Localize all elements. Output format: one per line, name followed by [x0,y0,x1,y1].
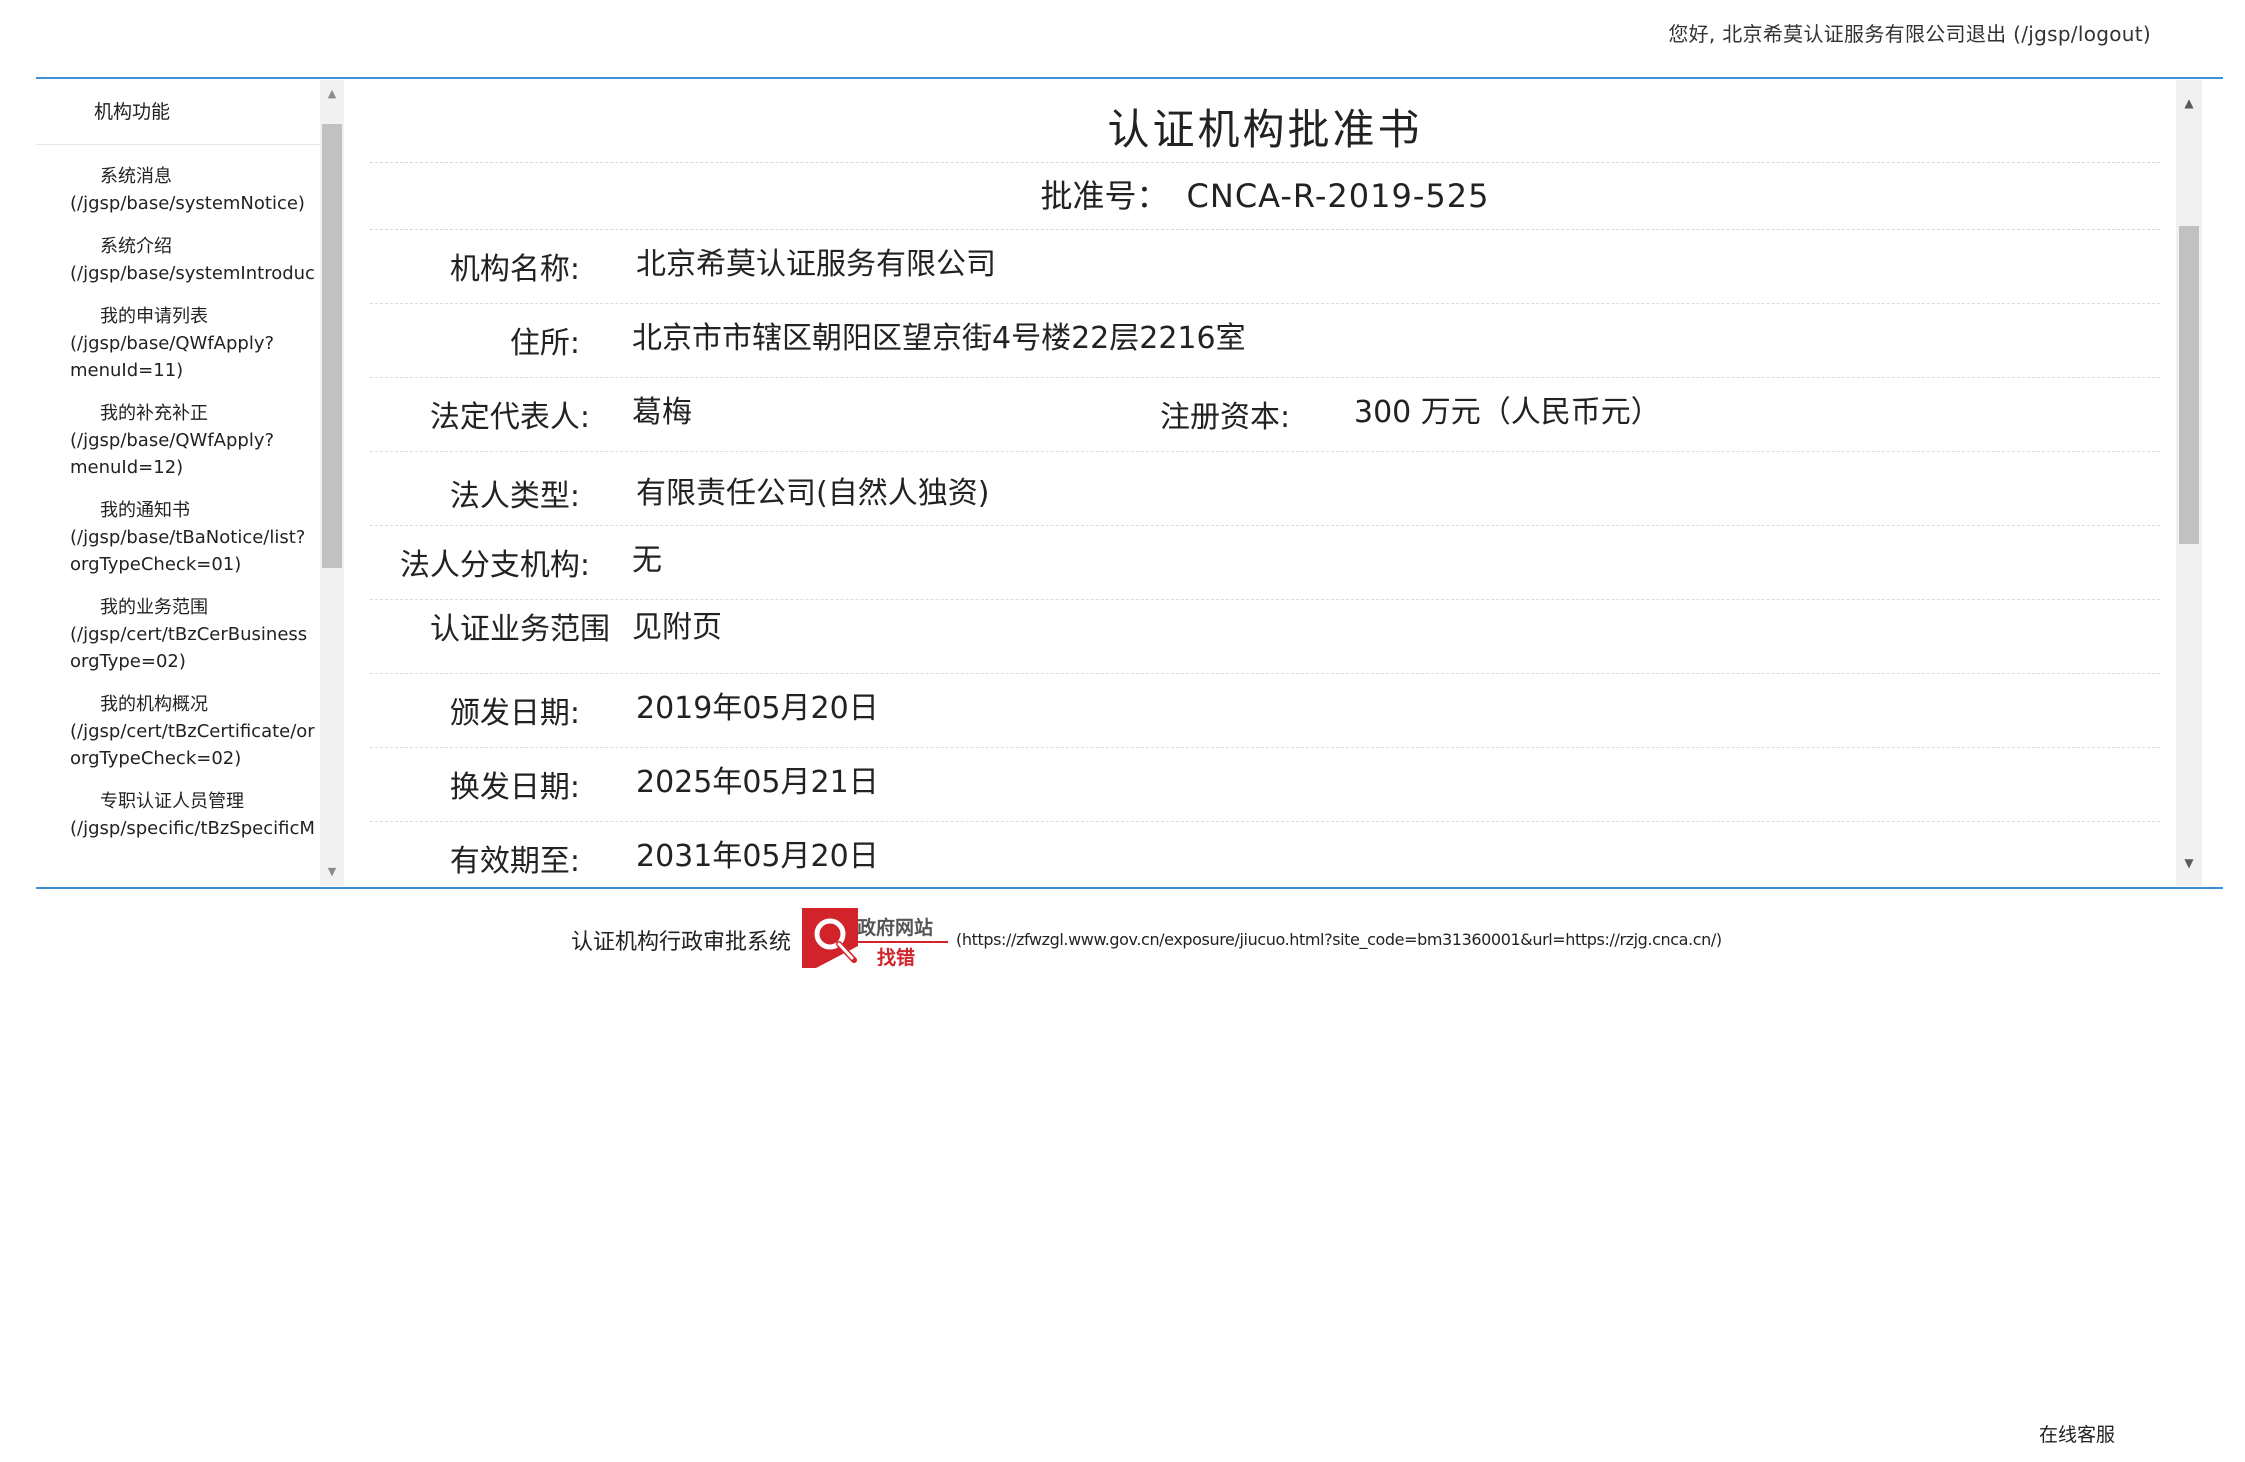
sidebar-item-url: (/jgsp/base/systemNotice) [70,193,305,214]
legal-rep-label: 法定代表人: [429,400,590,435]
org-name-row: 机构名称: 北京希莫认证服务有限公司 [370,230,2160,304]
legal-rep-value: 葛梅 [632,395,692,430]
logo-text-bottom: 找错 [877,946,915,969]
capital-label: 注册资本: [1160,400,1291,435]
address-row: 住所: 北京市市辖区朝阳区望京街4号楼22层2216室 [370,304,2160,378]
valid-until-label: 有效期至: [449,844,580,879]
sidebar-scrollbar[interactable]: ▲ ▼ [320,80,344,886]
logout-greeting-link[interactable]: 您好, 北京希莫认证服务有限公司退出 (/jgsp/logout) [1668,18,2151,47]
sidebar-item-url: (/jgsp/cert/tBzCerBusiness orgType=02) [70,624,308,672]
issue-date-row: 颁发日期: 2019年05月20日 [370,674,2160,748]
reissue-date-value: 2025年05月21日 [636,765,879,800]
sidebar-title: 机构功能 [36,80,320,145]
content-divider [36,887,2223,889]
main-scrollbar[interactable]: ▲ ▼ [2176,80,2202,886]
sidebar-item-label: 我的业务范围 [100,597,208,618]
sidebar-item-label: 我的通知书 [100,500,190,521]
certificate-title: 认证机构批准书 [370,90,2160,163]
org-name-label: 机构名称: [449,252,580,287]
sidebar-menu: 机构功能 系统消息 (/jgsp/base/systemNotice) 系统介绍… [36,80,320,886]
sidebar-item-system-intro[interactable]: 系统介绍 (/jgsp/base/systemIntroduc [36,223,320,293]
legal-type-row: 法人类型: 有限责任公司(自然人独资) [370,452,2160,526]
sidebar-item-my-supplements[interactable]: 我的补充补正 (/jgsp/base/QWfApply? menuId=12) [36,390,320,487]
sidebar-item-url: (/jgsp/base/systemIntroduc [70,263,315,284]
scroll-down-icon[interactable]: ▼ [2176,856,2202,870]
sidebar-item-my-applications[interactable]: 我的申请列表 (/jgsp/base/QWfApply? menuId=11) [36,293,320,390]
reissue-date-label: 换发日期: [449,770,580,805]
header-divider [36,77,2223,79]
issue-date-label: 颁发日期: [449,696,580,731]
sidebar-item-url: (/jgsp/base/tBaNotice/list? orgTypeCheck… [70,527,306,575]
valid-until-value: 2031年05月20日 [636,839,879,874]
sidebar-item-label: 系统介绍 [100,236,172,257]
address-label: 住所: [509,326,580,361]
scroll-down-icon[interactable]: ▼ [320,862,344,882]
sidebar-item-url: (/jgsp/specific/tBzSpecificM [70,818,315,839]
valid-until-row: 有效期至: 2031年05月20日 [370,822,2160,886]
reissue-date-row: 换发日期: 2025年05月21日 [370,748,2160,822]
address-value: 北京市市辖区朝阳区望京街4号楼22层2216室 [632,321,1246,356]
business-scope-row: 认证业务范围 见附页 [370,600,2160,674]
legal-rep-row: 法定代表人: 葛梅 注册资本: 300 万元（人民币元） [370,378,2160,452]
issue-date-value: 2019年05月20日 [636,691,879,726]
sidebar-item-label: 我的申请列表 [100,306,208,327]
sidebar-item-staff-management[interactable]: 专职认证人员管理 (/jgsp/specific/tBzSpecificM [36,778,320,848]
certificate-content: 认证机构批准书 批准号： CNCA-R-2019-525 机构名称: 北京希莫认证… [370,90,2160,886]
scroll-up-icon[interactable]: ▲ [2176,96,2202,110]
gov-website-error-report-logo[interactable]: 政府网站 找错 [802,906,950,970]
business-scope-value: 见附页 [632,610,722,645]
sidebar-item-label: 我的补充补正 [100,403,208,424]
sidebar-item-my-org-overview[interactable]: 我的机构概况 (/jgsp/cert/tBzCertificate/or org… [36,681,320,778]
online-service-button[interactable]: 在线客服 [2039,1420,2115,1447]
sidebar-item-system-notice[interactable]: 系统消息 (/jgsp/base/systemNotice) [36,153,320,223]
legal-type-value: 有限责任公司(自然人独资) [636,476,990,511]
sidebar-item-label: 系统消息 [100,166,172,187]
logo-text-top: 政府网站 [857,916,933,939]
sidebar: 机构功能 系统消息 (/jgsp/base/systemNotice) 系统介绍… [36,80,344,886]
org-name-value: 北京希莫认证服务有限公司 [636,247,996,282]
sidebar-item-url: (/jgsp/base/QWfApply? menuId=11) [70,333,275,381]
business-scope-label: 认证业务范围 [430,612,610,647]
sidebar-item-my-notices[interactable]: 我的通知书 (/jgsp/base/tBaNotice/list? orgTyp… [36,487,320,584]
sidebar-item-url: (/jgsp/cert/tBzCertificate/or orgTypeChe… [70,721,315,769]
system-name: 认证机构行政审批系统 [571,930,792,955]
sidebar-scrollbar-thumb[interactable] [322,124,342,568]
main-scrollbar-thumb[interactable] [2179,226,2199,544]
approval-number-value: CNCA-R-2019-525 [1186,177,1490,215]
approval-number-label: 批准号： [1040,177,1169,215]
branch-value: 无 [632,543,662,578]
magnifier-icon: 政府网站 找错 [802,908,948,969]
scroll-up-icon[interactable]: ▲ [320,84,344,104]
top-bar: 您好, 北京希莫认证服务有限公司退出 (/jgsp/logout) [0,0,2245,78]
branch-row: 法人分支机构: 无 [370,526,2160,600]
branch-label: 法人分支机构: [399,548,590,583]
sidebar-item-url: (/jgsp/base/QWfApply? menuId=12) [70,430,275,478]
sidebar-item-my-business-scope[interactable]: 我的业务范围 (/jgsp/cert/tBzCerBusiness orgTyp… [36,584,320,681]
error-report-link[interactable]: (https://zfwzgl.www.gov.cn/exposure/jiuc… [956,930,1722,949]
sidebar-item-label: 我的机构概况 [100,694,208,715]
capital-value: 300 万元（人民币元） [1354,395,1661,430]
certificate-panel: 认证机构批准书 批准号： CNCA-R-2019-525 机构名称: 北京希莫认证… [344,80,2202,886]
footer: 认证机构行政审批系统 政府网站 找错 (https://zfwzgl.www.g… [0,900,2245,980]
approval-number-row: 批准号： CNCA-R-2019-525 [370,163,2160,230]
sidebar-item-label: 专职认证人员管理 [100,791,244,812]
